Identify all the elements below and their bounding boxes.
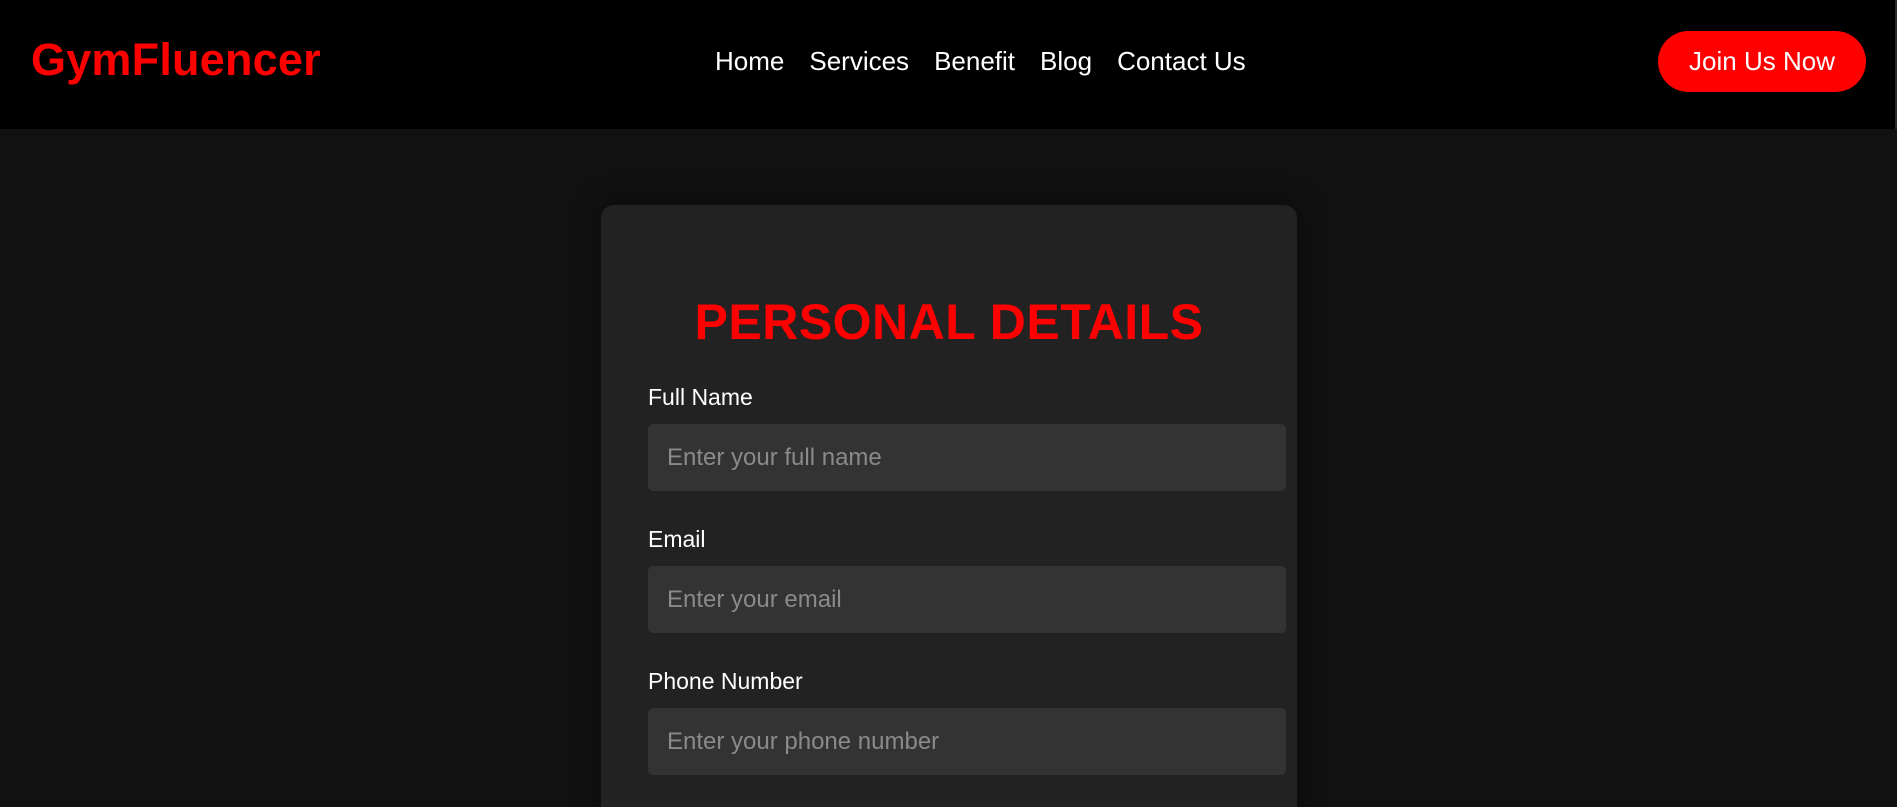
nav-link-home[interactable]: Home bbox=[715, 44, 784, 78]
nav-menu: Home Services Benefit Blog Contact Us bbox=[715, 44, 1246, 78]
form-title: PERSONAL DETAILS bbox=[694, 294, 1204, 350]
nav-link-benefit[interactable]: Benefit bbox=[934, 44, 1015, 78]
nav-link-contact-us[interactable]: Contact Us bbox=[1117, 44, 1246, 78]
full-name-input[interactable] bbox=[648, 424, 1286, 491]
page: GymFluencer Home Services Benefit Blog C… bbox=[0, 0, 1897, 807]
nav-link-services[interactable]: Services bbox=[809, 44, 909, 78]
full-name-label: Full Name bbox=[648, 384, 753, 410]
email-label: Email bbox=[648, 526, 706, 552]
brand-logo[interactable]: GymFluencer bbox=[31, 34, 321, 86]
phone-number-label: Phone Number bbox=[648, 668, 803, 694]
join-us-now-button[interactable]: Join Us Now bbox=[1658, 31, 1866, 92]
phone-number-input[interactable] bbox=[648, 708, 1286, 775]
navbar: GymFluencer Home Services Benefit Blog C… bbox=[0, 0, 1895, 129]
personal-details-card: PERSONAL DETAILS Full Name Email Phone N… bbox=[601, 205, 1297, 807]
email-input[interactable] bbox=[648, 566, 1286, 633]
nav-link-blog[interactable]: Blog bbox=[1040, 44, 1092, 78]
